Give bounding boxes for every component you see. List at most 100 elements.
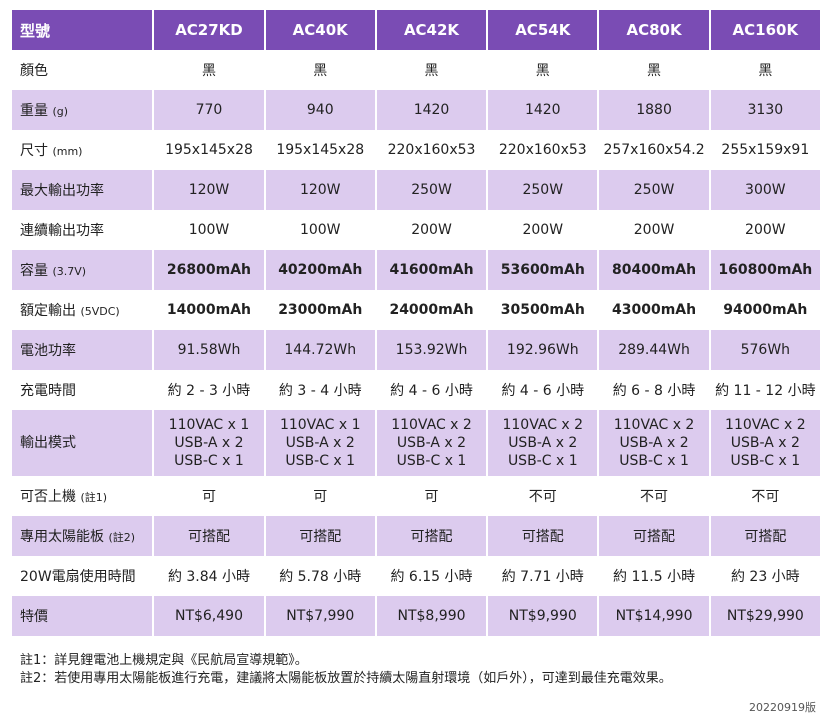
- row-label: 20W電扇使用時間: [12, 556, 153, 596]
- header-label: 型號: [12, 10, 153, 50]
- row-label-text: 顏色: [20, 63, 48, 79]
- header-model: AC160K: [710, 10, 820, 50]
- table-cell: 100W: [154, 210, 264, 250]
- table-cell: 200W: [488, 210, 598, 250]
- header-model: AC54K: [488, 10, 598, 50]
- table-cell: 192.96Wh: [488, 330, 598, 370]
- table-cell: 3130: [710, 90, 820, 130]
- table-cell: 可搭配: [710, 516, 820, 556]
- table-cell: 940: [265, 90, 375, 130]
- row-unit: (g): [52, 105, 69, 118]
- table-cell: 110VAC x 2 USB-A x 2 USB-C x 1: [710, 410, 820, 476]
- table-header: 型號 AC27KD AC40K AC42K AC54K AC80K AC160K: [12, 10, 820, 50]
- header-model: AC42K: [376, 10, 487, 50]
- header-model: AC27KD: [154, 10, 264, 50]
- table-cell: 110VAC x 2 USB-A x 2 USB-C x 1: [376, 410, 487, 476]
- table-row: 最大輸出功率 120W 120W 250W 250W 250W 300W: [12, 170, 820, 210]
- table-cell: 約 7.71 小時: [488, 556, 598, 596]
- table-cell: 289.44Wh: [599, 330, 709, 370]
- row-unit: (3.7V): [52, 265, 87, 278]
- table-cell: NT$29,990: [710, 596, 820, 636]
- table-row: 重量 (g) 770 940 1420 1420 1880 3130: [12, 90, 820, 130]
- table-row: 連續輸出功率 100W 100W 200W 200W 200W 200W: [12, 210, 820, 250]
- table-cell: 約 4 - 6 小時: [376, 370, 487, 410]
- table-cell: 195x145x28: [265, 130, 375, 170]
- table-cell: NT$9,990: [488, 596, 598, 636]
- row-unit: (註1): [80, 491, 108, 504]
- table-cell: 不可: [599, 476, 709, 516]
- table-cell: 可搭配: [154, 516, 264, 556]
- table-cell: 110VAC x 2 USB-A x 2 USB-C x 1: [599, 410, 709, 476]
- cell-line: 110VAC x 2: [502, 417, 584, 433]
- table-cell: 可: [265, 476, 375, 516]
- cell-line: USB-C x 1: [396, 453, 467, 469]
- table-cell: 43000mAh: [599, 290, 709, 330]
- cell-line: USB-C x 1: [507, 453, 578, 469]
- row-label: 電池功率: [12, 330, 153, 370]
- table-cell: 40200mAh: [265, 250, 375, 290]
- table-cell: 約 4 - 6 小時: [488, 370, 598, 410]
- cell-line: 110VAC x 2: [725, 417, 806, 433]
- row-label-text: 尺寸: [20, 143, 48, 159]
- row-unit: (mm): [52, 145, 83, 158]
- row-unit: (5VDC): [80, 305, 120, 318]
- table-cell: 約 6 - 8 小時: [599, 370, 709, 410]
- table-cell: 約 3.84 小時: [154, 556, 264, 596]
- table-cell: 200W: [710, 210, 820, 250]
- table-cell: 257x160x54.2: [599, 130, 709, 170]
- table-cell: 黑: [488, 50, 598, 90]
- row-label: 最大輸出功率: [12, 170, 153, 210]
- table-cell: 14000mAh: [154, 290, 264, 330]
- table-cell: 約 5.78 小時: [265, 556, 375, 596]
- table-cell: 110VAC x 1 USB-A x 2 USB-C x 1: [265, 410, 375, 476]
- table-cell: 200W: [599, 210, 709, 250]
- table-row: 尺寸 (mm) 195x145x28 195x145x28 220x160x53 220…: [12, 130, 820, 170]
- note-2: 註2：若使用專用太陽能板進行充電，建議將太陽能板放置於持續太陽直射環境（如戶外）…: [20, 671, 672, 686]
- table-body: 顏色黑黑黑黑黑黑重量 (g) 770 940 1420 1420 1880 3130 尺寸 (…: [12, 50, 820, 636]
- table-cell: 200W: [376, 210, 487, 250]
- table-row: 容量 (3.7V) 26800mAh 40200mAh 41600mAh 53600mA…: [12, 250, 820, 290]
- table-cell: 約 6.15 小時: [376, 556, 487, 596]
- table-cell: 100W: [265, 210, 375, 250]
- spec-table: 型號 AC27KD AC40K AC42K AC54K AC80K AC160K 顏色黑黑…: [10, 10, 822, 636]
- row-label-text: 最大輸出功率: [20, 183, 104, 199]
- table-row: 充電時間約 2 - 3 小時約 3 - 4 小時約 4 - 6 小時約 4 - …: [12, 370, 820, 410]
- cell-line: 110VAC x 1: [168, 417, 250, 433]
- row-label: 容量 (3.7V): [12, 250, 153, 290]
- cell-line: 110VAC x 2: [613, 417, 695, 433]
- table-cell: 可搭配: [265, 516, 375, 556]
- cell-line: USB-C x 1: [285, 453, 356, 469]
- row-label: 特價: [12, 596, 153, 636]
- table-cell: 23000mAh: [265, 290, 375, 330]
- row-label-text: 充電時間: [20, 383, 76, 399]
- table-cell: 可搭配: [376, 516, 487, 556]
- table-cell: 53600mAh: [488, 250, 598, 290]
- table-cell: 94000mAh: [710, 290, 820, 330]
- table-cell: 120W: [154, 170, 264, 210]
- table-cell: 250W: [599, 170, 709, 210]
- table-cell: 1420: [488, 90, 598, 130]
- cell-line: USB-C x 1: [730, 453, 801, 469]
- table-cell: 黑: [154, 50, 264, 90]
- table-cell: 576Wh: [710, 330, 820, 370]
- table-cell: NT$8,990: [376, 596, 487, 636]
- cell-line: 110VAC x 2: [391, 417, 472, 433]
- table-cell: 可: [376, 476, 487, 516]
- table-cell: 約 11.5 小時: [599, 556, 709, 596]
- table-cell: 250W: [376, 170, 487, 210]
- table-row: 輸出模式 110VAC x 1 USB-A x 2 USB-C x 1 110VAC x…: [12, 410, 820, 476]
- table-cell: 不可: [710, 476, 820, 516]
- row-label: 額定輸出 (5VDC): [12, 290, 153, 330]
- table-cell: 黑: [376, 50, 487, 90]
- table-cell: 可搭配: [488, 516, 598, 556]
- table-cell: NT$6,490: [154, 596, 264, 636]
- row-label-text: 20W電扇使用時間: [20, 569, 136, 585]
- table-row: 20W電扇使用時間 約 3.84 小時約 5.78 小時約 6.15 小時約 7.…: [12, 556, 820, 596]
- row-label-text: 電池功率: [20, 343, 76, 359]
- table-cell: 約 3 - 4 小時: [265, 370, 375, 410]
- cell-line: USB-A x 2: [285, 435, 355, 451]
- table-row: 特價 NT$6,490 NT$7,990 NT$8,990 NT$9,990 NT$14,…: [12, 596, 820, 636]
- header-model: AC40K: [265, 10, 375, 50]
- version-label: 20220919版: [749, 701, 816, 714]
- row-unit: (註2): [108, 531, 136, 544]
